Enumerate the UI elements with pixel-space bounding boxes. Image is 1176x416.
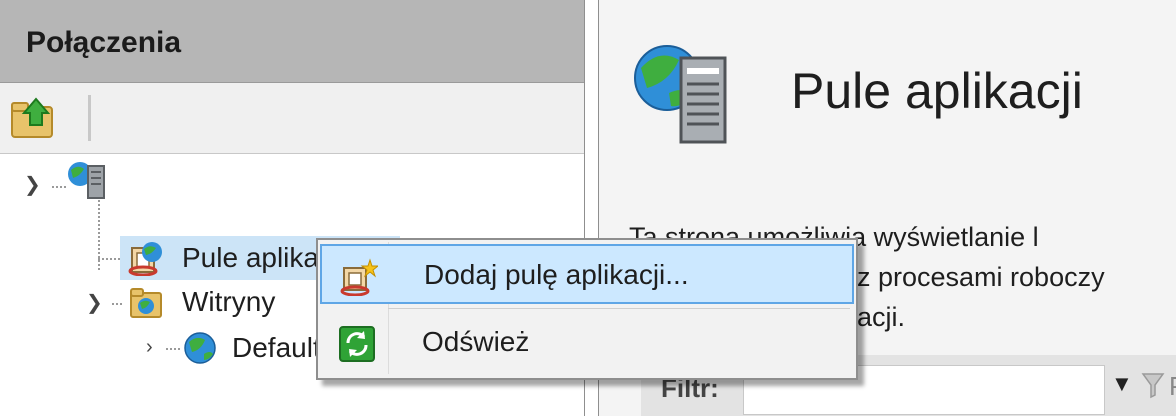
connections-title: Połączenia	[26, 26, 182, 59]
dropdown-arrow-icon[interactable]: ▼	[1111, 371, 1133, 397]
tree-item-label: Default Web Site	[232, 332, 318, 363]
funnel-icon[interactable]	[1141, 371, 1165, 399]
sites-folder-icon	[130, 288, 162, 318]
menu-item-label: Odśwież	[422, 326, 530, 357]
menu-item-refresh[interactable]: Odśwież	[320, 313, 854, 373]
tree-item-default-web-site[interactable]: Default Web Site	[178, 326, 318, 370]
chevron-down-icon[interactable]: ❯	[86, 290, 103, 315]
tree-connector	[98, 258, 120, 260]
chevron-down-icon[interactable]: ❯	[24, 172, 41, 197]
menu-item-label: Dodaj pulę aplikacji...	[424, 259, 689, 290]
application-pools-feature-icon	[634, 45, 727, 144]
filter-go-button[interactable]: P	[1169, 371, 1176, 402]
menu-item-add-application-pool[interactable]: Dodaj pulę aplikacji...	[320, 244, 854, 304]
add-app-pool-icon	[340, 258, 378, 296]
refresh-icon	[339, 326, 375, 362]
toolbar-separator	[88, 95, 91, 141]
tree-item-sites[interactable]: Witryny	[120, 280, 320, 324]
up-folder-button[interactable]	[10, 93, 60, 143]
chevron-right-icon[interactable]: ›	[146, 336, 153, 359]
context-menu: Dodaj pulę aplikacji... Odśwież	[316, 238, 858, 380]
page-title: Pule aplikacji	[791, 63, 1083, 119]
tree-connector	[52, 186, 66, 188]
connections-header: Połączenia	[0, 0, 584, 83]
description-line: acji.	[857, 302, 906, 332]
application-pool-icon	[128, 242, 162, 276]
globe-icon	[184, 332, 216, 364]
description-line: z procesami roboczy	[857, 262, 1105, 292]
tree-item-label: Witryny	[182, 286, 276, 317]
server-icon[interactable]	[66, 160, 112, 200]
menu-separator	[388, 308, 850, 309]
connections-toolbar	[0, 83, 584, 154]
